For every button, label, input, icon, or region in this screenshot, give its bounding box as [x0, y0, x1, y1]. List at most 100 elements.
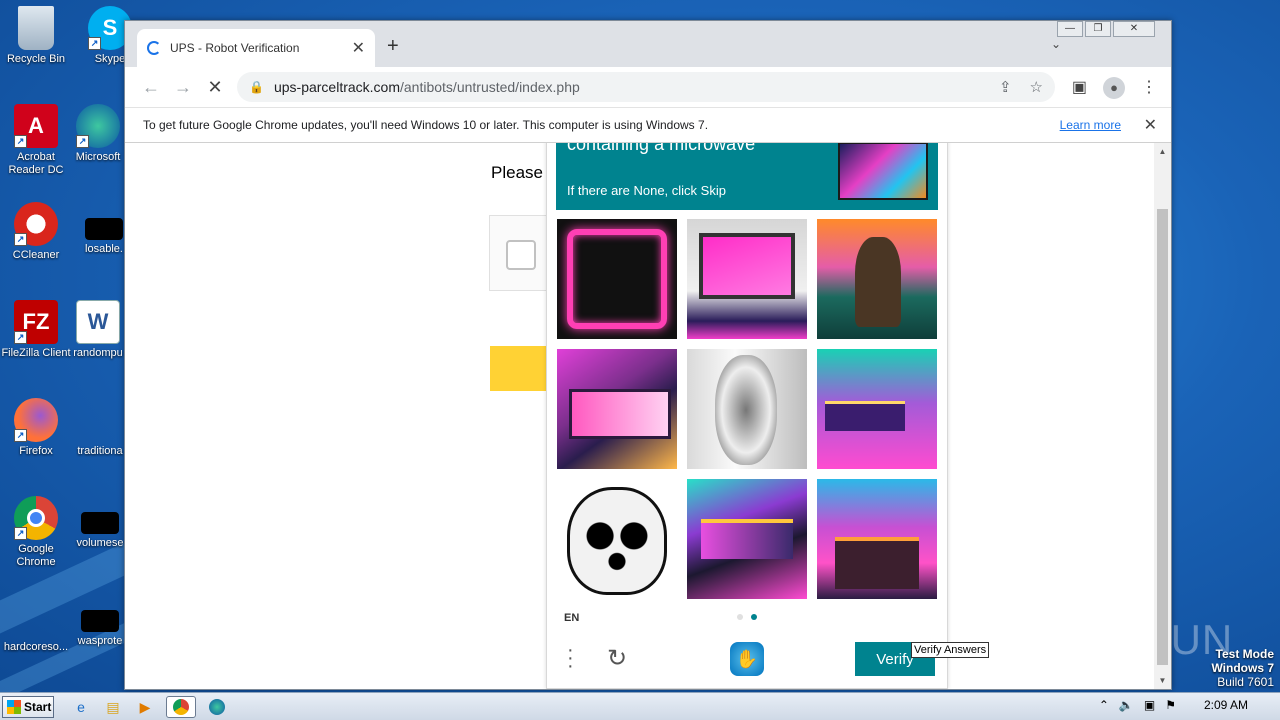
network-icon[interactable]: ▣	[1144, 698, 1155, 712]
maximize-button[interactable]: ❐	[1085, 21, 1111, 37]
acrobat-icon: A ↗	[14, 104, 58, 148]
please-heading: Please	[491, 163, 543, 182]
file-explorer-icon[interactable]: ▤	[102, 696, 124, 718]
media-player-icon[interactable]: ▶	[134, 696, 156, 718]
test-mode-label: Test Mode Windows 7 Build 7601	[1211, 647, 1274, 689]
desktop-icon-recycle-bin[interactable]: Recycle Bin	[0, 6, 72, 66]
tile-microwave-pink[interactable]	[687, 219, 807, 339]
challenge-header: containing a microwave If there are None…	[556, 143, 938, 210]
shortcut-arrow-icon: ↗	[14, 331, 27, 344]
file-icon	[14, 594, 58, 638]
address-bar[interactable]: 🔒 ups-parceltrack.com/antibots/untrusted…	[237, 72, 1055, 102]
clock[interactable]: 2:09 AM	[1204, 698, 1248, 712]
scroll-down-arrow-icon[interactable]: ▼	[1154, 676, 1171, 685]
profile-avatar-icon[interactable]: ●	[1103, 77, 1125, 99]
tab-strip: UPS - Robot Verification ✕ + ⌄ — ❐ ✕	[125, 21, 1171, 67]
hcaptcha-logo-icon[interactable]: ✋	[730, 642, 764, 676]
file-icon	[81, 610, 119, 632]
back-button[interactable]: ←	[135, 77, 167, 98]
show-hidden-icons-icon[interactable]: ⌃	[1099, 698, 1109, 712]
url-path: /antibots/untrusted/index.php	[400, 79, 580, 95]
filezilla-icon: FZ ↗	[14, 300, 58, 344]
learn-more-link[interactable]: Learn more	[1060, 118, 1121, 132]
window-controls: — ❐ ✕	[1057, 21, 1155, 37]
windows-logo-icon	[7, 700, 21, 714]
scroll-thumb[interactable]	[1157, 209, 1168, 665]
shortcut-arrow-icon: ↗	[14, 233, 27, 246]
active-tab[interactable]: UPS - Robot Verification ✕	[137, 29, 375, 67]
infobar-message: To get future Google Chrome updates, you…	[143, 118, 709, 132]
recycle-bin-icon	[18, 6, 54, 50]
desktop-icon-hardcoreso[interactable]: hardcoreso...	[0, 594, 72, 654]
tab-title: UPS - Robot Verification	[170, 41, 300, 55]
action-center-flag-icon[interactable]: ⚑	[1165, 698, 1176, 712]
page-viewport: Please containing a microwave If there a…	[125, 143, 1171, 689]
challenge-prompt: containing a microwave	[567, 143, 756, 154]
desktop-icon-ccleaner[interactable]: ↗ CCleaner	[0, 202, 72, 262]
yellow-button[interactable]	[490, 346, 548, 391]
browser-toolbar: ← → ✕ 🔒 ups-parceltrack.com/antibots/unt…	[125, 67, 1171, 107]
file-icon	[85, 218, 123, 240]
volume-icon[interactable]: 🔈	[1119, 698, 1134, 712]
chrome-taskbar-icon[interactable]	[166, 696, 196, 718]
page-scrollbar[interactable]: ▲ ▼	[1154, 143, 1171, 689]
tile-desk-neon[interactable]	[817, 479, 937, 599]
tile-goat[interactable]	[817, 219, 937, 339]
desktop-icon-chrome[interactable]: ↗ Google Chrome	[0, 496, 72, 569]
stop-loading-button[interactable]: ✕	[199, 77, 231, 98]
start-button[interactable]: Start	[2, 696, 54, 718]
page-dot-1	[737, 614, 743, 620]
image-challenge-panel: containing a microwave If there are None…	[546, 143, 948, 689]
shortcut-arrow-icon: ↗	[14, 429, 27, 442]
desktop-icon-firefox[interactable]: ↗ Firefox	[0, 398, 72, 458]
challenge-footer: · · · ↻ ✋ Verify	[547, 634, 947, 689]
taskbar: Start e ▤ ▶ ⌃ 🔈 ▣ ⚑ 2:09 AM	[0, 692, 1280, 720]
menu-dots-icon[interactable]: · · ·	[567, 640, 574, 676]
page-dot-2	[751, 614, 757, 620]
kebab-menu-icon[interactable]: ⋮	[1141, 77, 1157, 99]
bookmark-star-icon[interactable]: ☆	[1030, 78, 1043, 96]
language-selector[interactable]: EN	[564, 612, 579, 624]
side-panel-icon[interactable]: ▣	[1072, 77, 1087, 99]
challenge-subtext: If there are None, click Skip	[567, 183, 726, 198]
tile-panda[interactable]	[557, 479, 677, 599]
edge-taskbar-icon[interactable]	[206, 696, 228, 718]
loading-spinner-icon	[147, 41, 161, 55]
file-icon	[78, 398, 122, 442]
internet-explorer-icon[interactable]: e	[70, 696, 92, 718]
page-indicator	[737, 614, 757, 620]
system-tray: ⌃ 🔈 ▣ ⚑ 2:09 AM	[1099, 698, 1268, 712]
url-host: ups-parceltrack.com	[273, 79, 400, 95]
checkbox-card	[489, 215, 549, 291]
tile-desk-pink[interactable]	[557, 349, 677, 469]
word-doc-icon: W	[76, 300, 120, 344]
share-icon[interactable]: ⇪	[999, 78, 1012, 96]
new-tab-button[interactable]: +	[387, 35, 399, 58]
forward-button[interactable]: →	[167, 77, 199, 98]
tile-violin[interactable]	[687, 349, 807, 469]
robot-checkbox[interactable]	[506, 240, 536, 270]
tab-search-chevron-icon[interactable]: ⌄	[1051, 37, 1061, 51]
tile-microwave-neon[interactable]	[557, 219, 677, 339]
file-icon	[81, 512, 119, 534]
image-grid	[557, 219, 937, 599]
shortcut-arrow-icon: ↗	[14, 135, 27, 148]
tile-desk-purple[interactable]	[817, 349, 937, 469]
infobar-close-icon[interactable]: ✕	[1144, 115, 1157, 135]
window-close-button[interactable]: ✕	[1113, 21, 1155, 37]
scroll-up-arrow-icon[interactable]: ▲	[1154, 147, 1171, 156]
example-image	[838, 143, 928, 200]
shortcut-arrow-icon: ↗	[14, 527, 27, 540]
update-infobar: To get future Google Chrome updates, you…	[125, 107, 1171, 143]
refresh-icon[interactable]: ↻	[607, 644, 627, 673]
tile-desk-laptop[interactable]	[687, 479, 807, 599]
verify-tooltip: Verify Answers	[911, 642, 990, 658]
close-tab-icon[interactable]: ✕	[352, 38, 365, 58]
shortcut-arrow-icon: ↗	[88, 37, 101, 50]
shortcut-arrow-icon: ↗	[76, 135, 89, 148]
minimize-button[interactable]: —	[1057, 21, 1083, 37]
ccleaner-icon: ↗	[14, 202, 58, 246]
browser-window: UPS - Robot Verification ✕ + ⌄ — ❐ ✕ ← →…	[124, 20, 1172, 690]
lock-icon[interactable]: 🔒	[249, 80, 264, 94]
chrome-icon: ↗	[14, 496, 58, 540]
